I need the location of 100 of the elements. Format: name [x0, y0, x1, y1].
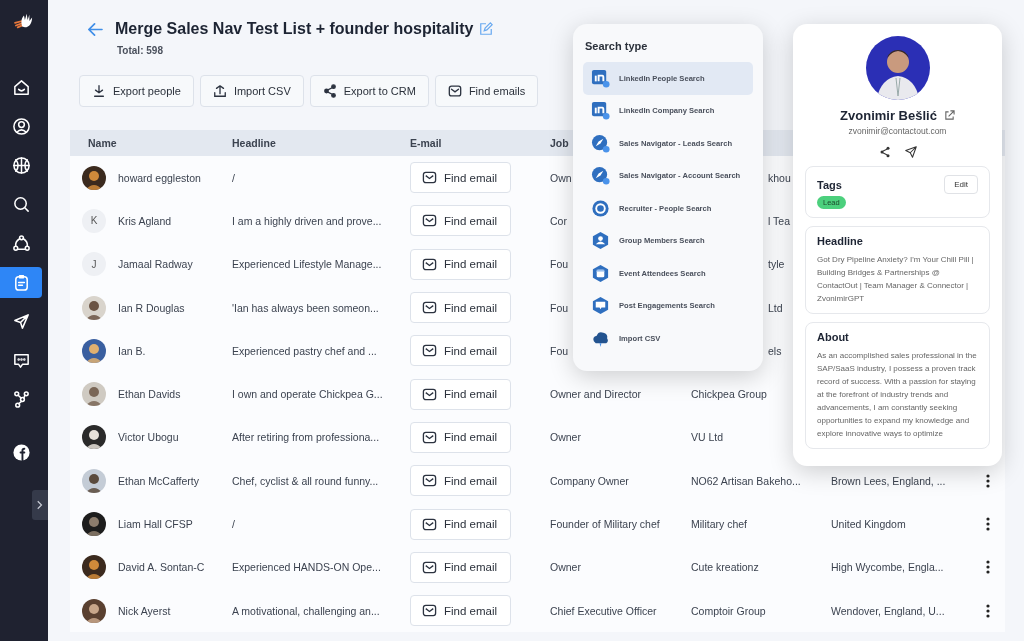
find-email-button[interactable]: Find email — [410, 508, 511, 540]
job-title-cell: Fou — [550, 344, 569, 357]
person-name[interactable]: Ethan Davids — [118, 388, 181, 401]
compass-badge-icon — [591, 133, 610, 153]
avatar-initial: K — [82, 208, 106, 233]
find-email-button[interactable]: Find email — [410, 378, 511, 410]
person-name[interactable]: Ian B. — [118, 344, 146, 357]
company-cell: khou — [768, 171, 791, 184]
toolbar-button[interactable]: Export people — [79, 75, 194, 107]
mail-icon — [422, 256, 437, 272]
nodes-icon — [11, 390, 31, 409]
external-link-icon[interactable] — [943, 110, 955, 121]
mail-icon — [422, 429, 437, 445]
column-header: Headline — [232, 137, 276, 149]
company-cell: VU Ltd — [691, 431, 724, 444]
network-icon — [11, 234, 31, 253]
find-email-button[interactable]: Find email — [410, 595, 511, 627]
ball-icon — [11, 156, 31, 175]
toolbar-button[interactable]: Find emails — [434, 75, 539, 107]
job-title-cell: Fou — [550, 258, 569, 271]
mail-icon — [447, 84, 462, 98]
more-options-icon[interactable] — [986, 473, 990, 488]
download-icon — [92, 84, 106, 98]
popup-title: Search type — [585, 40, 649, 52]
location-cell: Wendover, England, U... — [831, 604, 945, 617]
compass-badge-icon — [591, 166, 610, 186]
headline-cell-text: A motivational, challenging an... — [232, 604, 381, 617]
avatar-initial: J — [82, 252, 106, 277]
back-arrow-icon[interactable] — [88, 23, 103, 36]
ring-badge-icon — [591, 198, 610, 218]
home-icon — [11, 78, 31, 97]
location-cell: High Wycombe, Engla... — [831, 561, 944, 574]
find-email-button[interactable]: Find email — [410, 335, 511, 367]
headline-text: Got Dry Pipeline Anxiety? I'm Your Chill Pill | Building Bridges & Partnerships @ ContactOut | Team Manager & Connector | ZvonimirGPT — [817, 254, 975, 305]
profile-email: zvonimir@contactout.com — [848, 126, 947, 136]
find-email-button[interactable]: Find email — [410, 162, 511, 194]
headline-cell-text: 'Ian has always been someon... — [232, 301, 380, 314]
more-options-icon[interactable] — [986, 603, 990, 618]
calendar-badge-icon — [591, 263, 610, 283]
headline-cell-text: Experienced Lifestyle Manage... — [232, 258, 383, 271]
find-email-button[interactable]: Find email — [410, 465, 511, 497]
person-name[interactable]: howard eggleston — [118, 171, 201, 184]
facebook-icon — [11, 443, 31, 462]
company-cell: Comptoir Group — [691, 604, 766, 617]
expand-tab[interactable] — [32, 490, 48, 520]
job-title-cell: Chief Executive Officer — [550, 604, 657, 617]
company-cell: els — [768, 344, 782, 357]
hand-logo-icon — [13, 12, 35, 30]
find-email-button[interactable]: Find email — [410, 292, 511, 324]
chat-badge-icon — [591, 296, 610, 316]
find-email-button[interactable]: Find email — [410, 421, 511, 453]
headline-cell-text: After retiring from professiona... — [232, 431, 381, 444]
mail-icon — [422, 170, 437, 186]
mail-icon — [422, 603, 437, 619]
person-name[interactable]: David A. Sontan-C — [118, 561, 205, 574]
headline-cell-text: Chef, cyclist & all round funny... — [232, 474, 380, 487]
column-header: E-mail — [410, 137, 442, 149]
person-name[interactable]: Ethan McCafferty — [118, 474, 199, 487]
mail-icon — [422, 559, 437, 575]
job-title-cell: Owner — [550, 431, 581, 444]
chat-icon — [11, 351, 31, 370]
headline-cell-text: Experienced pastry chef and ... — [232, 344, 378, 357]
chevron-right-icon — [37, 500, 43, 510]
person-name[interactable]: Liam Hall CFSP — [118, 518, 193, 530]
mail-icon — [422, 473, 437, 489]
column-header: Name — [87, 137, 117, 149]
more-options-icon[interactable] — [986, 560, 990, 575]
send-icon — [11, 312, 31, 331]
upload-icon — [212, 84, 227, 98]
company-cell: Cute kreationz — [691, 561, 759, 574]
person-name[interactable]: Kris Agland — [118, 214, 172, 227]
square-badge-icon — [591, 68, 610, 88]
more-options-icon[interactable] — [986, 517, 990, 531]
person-name[interactable]: Ian R Douglas — [118, 301, 185, 314]
headline-cell-text: Experienced HANDS-ON Ope... — [232, 561, 382, 574]
toolbar-button[interactable]: Export to CRM — [309, 75, 429, 107]
user-icon — [11, 117, 31, 136]
find-email-button[interactable]: Find email — [410, 551, 511, 583]
headline-cell-text: I own and operate Chickpea G... — [232, 388, 384, 401]
company-cell: NO62 Artisan Bakeho... — [691, 474, 801, 487]
company-cell: Military chef — [691, 518, 747, 530]
company-cell: Ltd — [768, 301, 783, 314]
mail-icon — [422, 343, 437, 359]
job-title-cell: Fou — [550, 301, 569, 314]
job-title-cell: Company Owner — [550, 474, 629, 487]
about-text: As an accomplished sales professional in the SAP/SaaS industry, I possess a proven track record of success. With a passion for staying at the forefront of industry trends and advancements, I am constantly seeking opportunities to expand my knowledge and explore innovative ways to optimize — [817, 350, 978, 440]
company-cell: Chickpea Group — [691, 388, 767, 401]
group-badge-icon — [591, 231, 610, 251]
search-icon — [11, 195, 31, 214]
panel-title: Headline — [817, 235, 864, 247]
list-title: Merge Sales Nav Test List + founder hospitality — [115, 20, 474, 38]
share-icon[interactable] — [878, 146, 891, 158]
find-email-button[interactable]: Find email — [410, 248, 511, 280]
person-name[interactable]: Victor Ubogu — [118, 431, 179, 444]
send-icon[interactable] — [904, 146, 917, 158]
edit-button[interactable]: Edit — [944, 175, 978, 194]
person-name[interactable]: Jamaal Radway — [118, 258, 193, 271]
toolbar-button[interactable]: Import CSV — [199, 75, 304, 107]
person-name[interactable]: Nick Ayerst — [118, 604, 171, 617]
find-email-button[interactable]: Find email — [410, 205, 511, 237]
